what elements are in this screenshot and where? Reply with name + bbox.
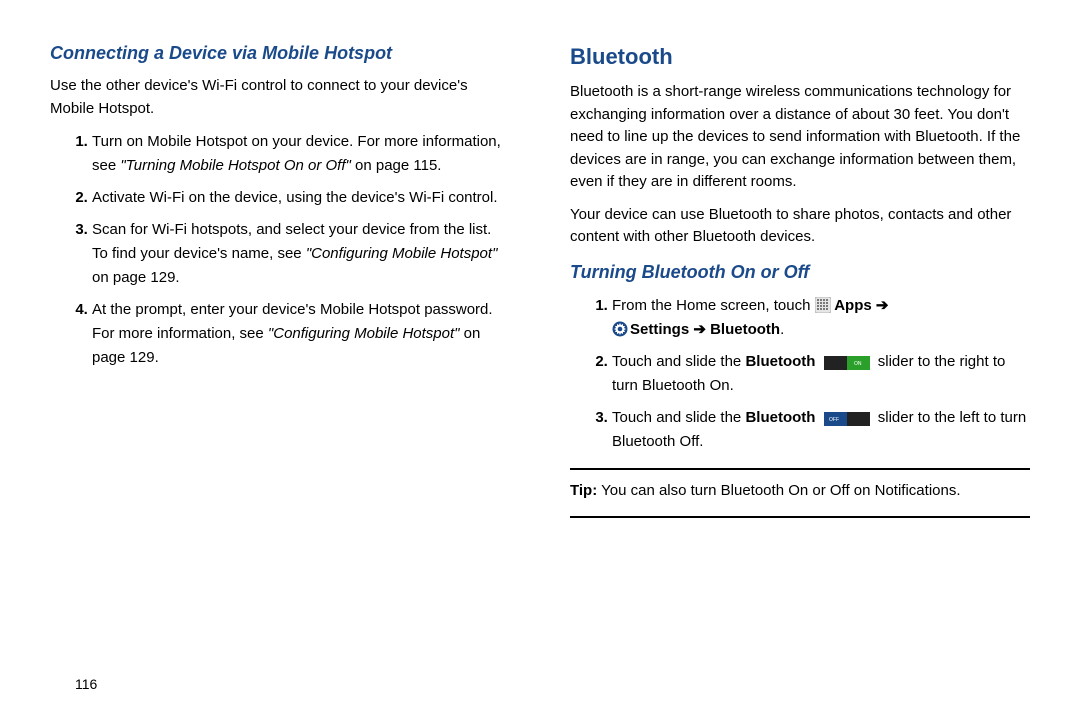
text: Touch and slide the xyxy=(612,353,745,370)
right-steps-list: From the Home screen, touch Apps ➔ Setti… xyxy=(570,294,1030,454)
left-intro: Use the other device's Wi-Fi control to … xyxy=(50,75,510,120)
settings-bluetooth-label: Settings ➔ Bluetooth xyxy=(630,321,780,338)
right-step-2: Touch and slide the Bluetooth ON slider … xyxy=(612,350,1030,398)
tip-label: Tip: xyxy=(570,482,597,499)
text: . xyxy=(780,321,784,338)
right-step-1: From the Home screen, touch Apps ➔ Setti… xyxy=(612,294,1030,342)
svg-text:OFF: OFF xyxy=(829,417,839,423)
reference-link: "Turning Mobile Hotspot On or Off" xyxy=(120,157,350,174)
reference-link: "Configuring Mobile Hotspot" xyxy=(306,245,498,262)
left-step-3: Scan for Wi-Fi hotspots, and select your… xyxy=(92,218,510,290)
bluetooth-toggle-off-icon: OFF xyxy=(824,410,870,424)
text: From the Home screen, touch xyxy=(612,297,815,314)
right-step-3: Touch and slide the Bluetooth OFF slider… xyxy=(612,406,1030,454)
left-step-1: Turn on Mobile Hotspot on your device. F… xyxy=(92,130,510,178)
divider xyxy=(570,516,1030,518)
left-heading: Connecting a Device via Mobile Hotspot xyxy=(50,40,510,67)
apps-label: Apps ➔ xyxy=(831,297,889,314)
left-step-4: At the prompt, enter your device's Mobil… xyxy=(92,298,510,370)
bluetooth-title: Bluetooth xyxy=(570,40,1030,73)
right-column: Bluetooth Bluetooth is a short-range wir… xyxy=(570,40,1030,700)
bluetooth-bold: Bluetooth xyxy=(745,353,815,370)
text: Touch and slide the xyxy=(612,409,745,426)
bluetooth-bold: Bluetooth xyxy=(745,409,815,426)
bluetooth-intro-2: Your device can use Bluetooth to share p… xyxy=(570,204,1030,249)
settings-gear-icon xyxy=(612,321,628,337)
apps-grid-icon xyxy=(815,297,831,313)
page-number: 116 xyxy=(75,674,97,695)
reference-link: "Configuring Mobile Hotspot" xyxy=(268,325,460,342)
left-steps-list: Turn on Mobile Hotspot on your device. F… xyxy=(50,130,510,370)
bluetooth-subheading: Turning Bluetooth On or Off xyxy=(570,259,1030,286)
tip-text: You can also turn Bluetooth On or Off on… xyxy=(597,482,960,499)
text: on page 115. xyxy=(351,157,442,174)
tip-paragraph: Tip: You can also turn Bluetooth On or O… xyxy=(570,480,1030,503)
left-step-2: Activate Wi-Fi on the device, using the … xyxy=(92,186,510,210)
bluetooth-toggle-on-icon: ON xyxy=(824,354,870,368)
left-column: Connecting a Device via Mobile Hotspot U… xyxy=(50,40,510,700)
bluetooth-intro-1: Bluetooth is a short-range wireless comm… xyxy=(570,81,1030,194)
divider xyxy=(570,468,1030,470)
text: on page 129. xyxy=(92,269,180,286)
svg-text:ON: ON xyxy=(854,361,862,367)
